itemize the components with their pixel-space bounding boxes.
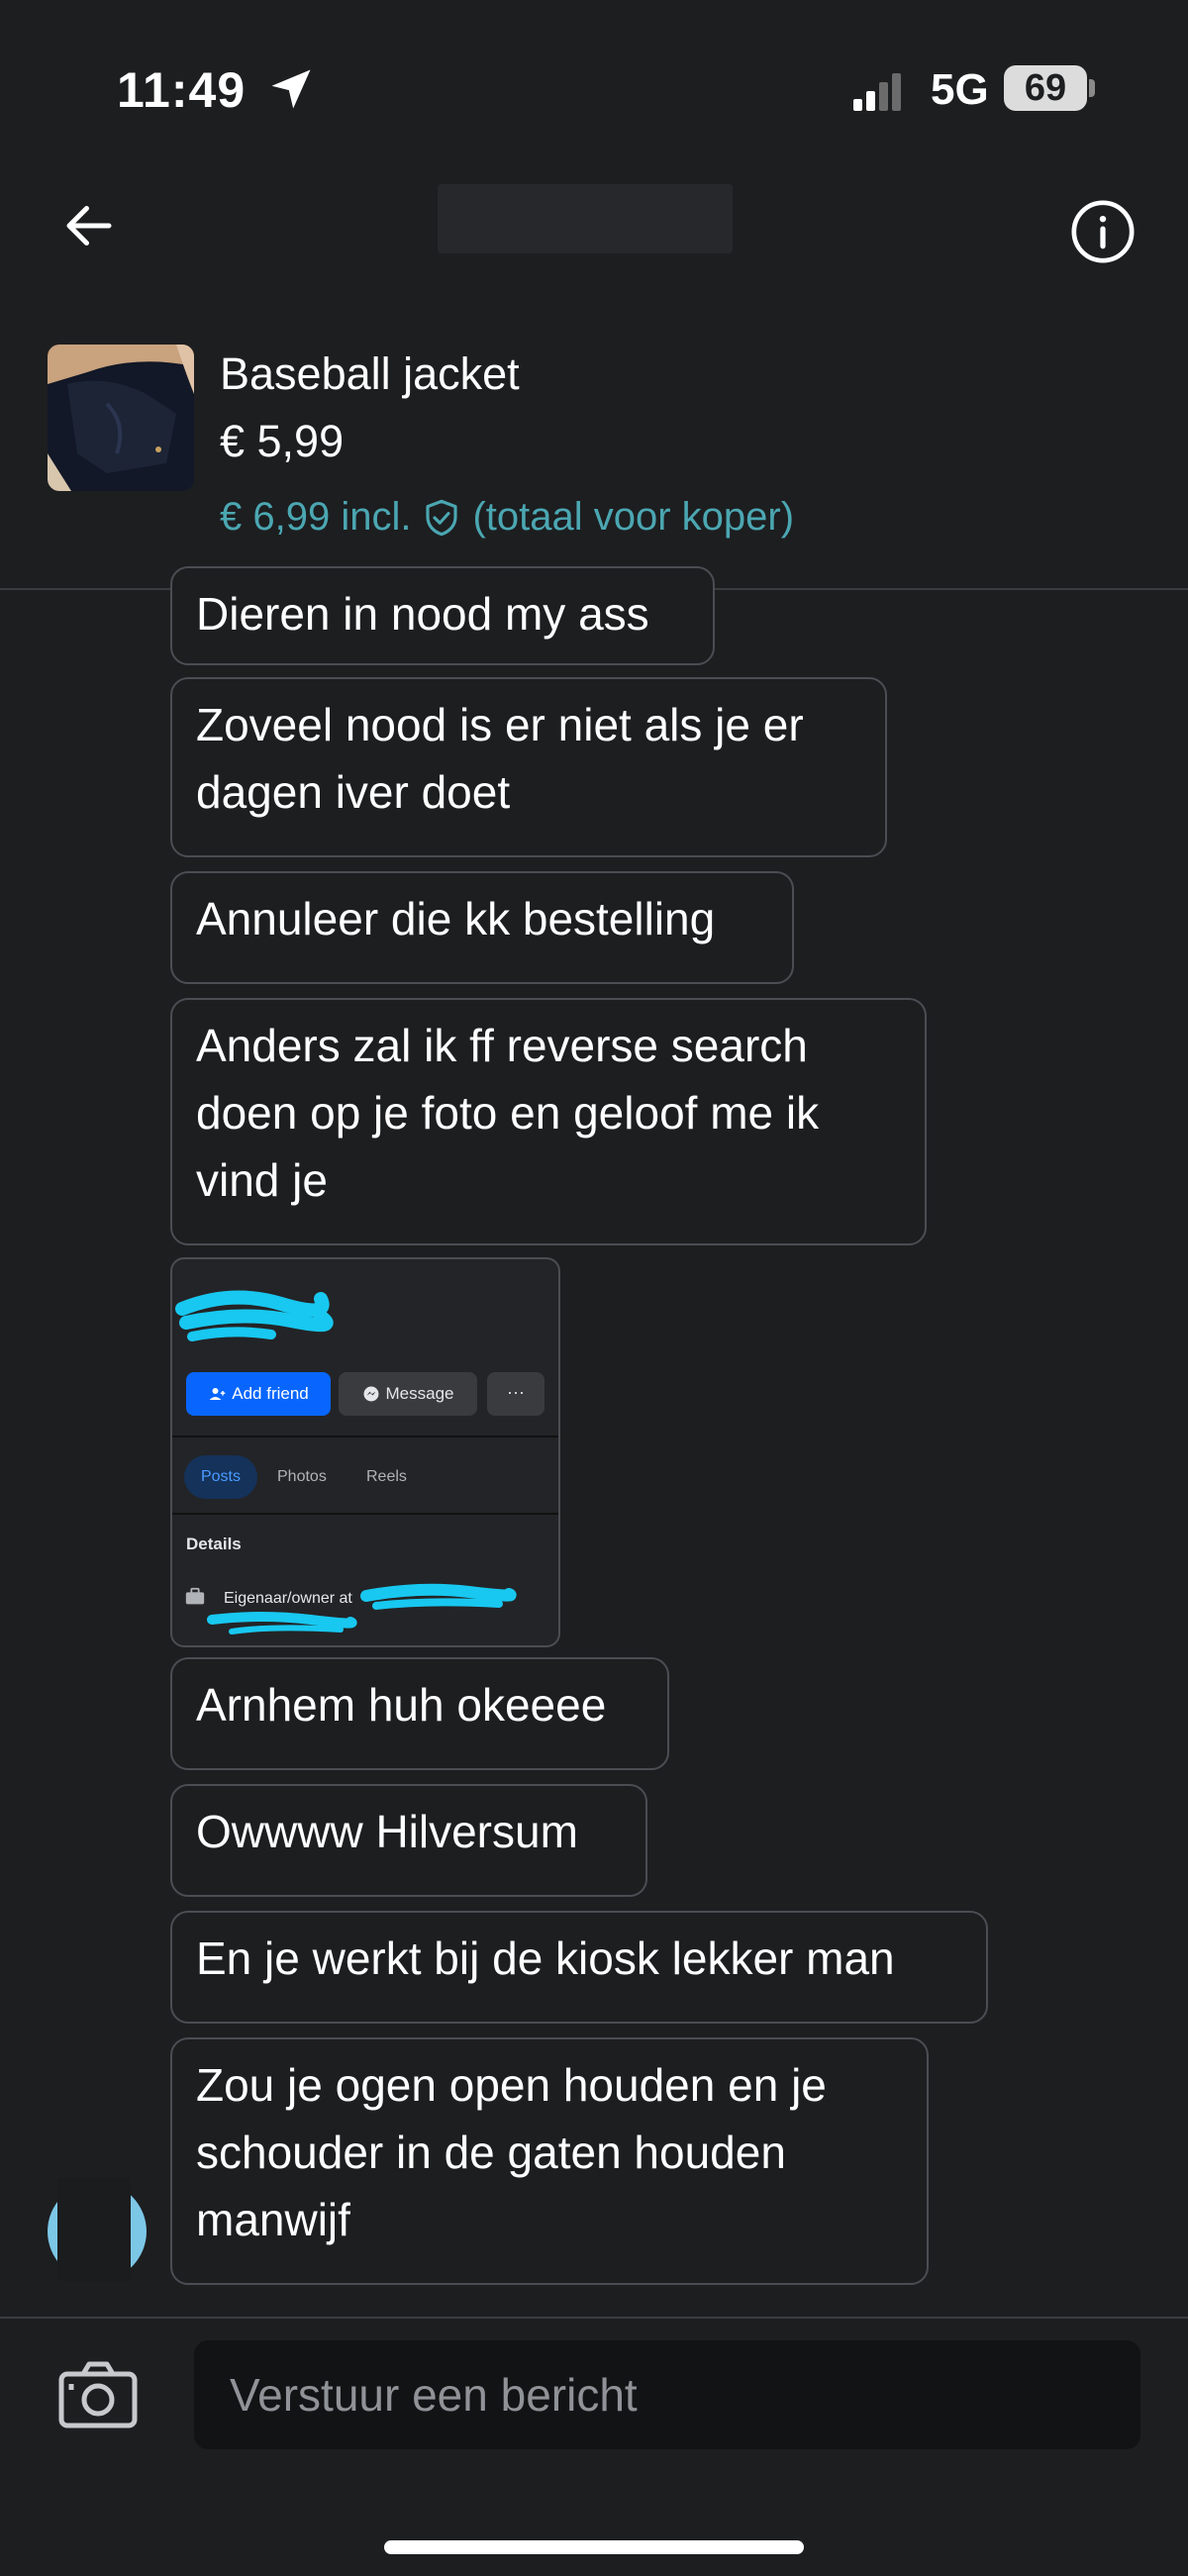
message-bubble[interactable]: Anders zal ik ff reverse search doen op … [170,998,927,1245]
home-indicator [384,2540,804,2554]
screenshot-divider [172,1513,558,1515]
camera-button[interactable] [57,2360,139,2429]
redaction-scribble [207,1583,517,1635]
message-bubble[interactable]: Dieren in nood my ass [170,566,715,665]
avatar-redaction [57,2178,131,2281]
info-button[interactable] [1067,196,1138,267]
messenger-icon [363,1386,378,1402]
info-circle-icon [1071,200,1135,263]
screenshot-message-button: Message [339,1372,477,1416]
message-input[interactable] [194,2340,1140,2449]
location-arrow-icon [271,69,311,109]
message-bubble[interactable]: Annuleer die kk bestelling [170,871,794,984]
price-incl-note: (totaal voor koper) [472,495,795,539]
camera-icon [58,2361,138,2428]
network-label: 5G [931,65,989,114]
screenshot-tab-posts: Posts [184,1455,257,1499]
battery-tip [1089,79,1095,97]
screenshot-tab-photos: Photos [277,1468,327,1485]
status-time: 11:49 [117,62,247,118]
signal-icon [853,73,901,111]
jacket-photo [48,345,194,491]
message-bubble[interactable]: Zoveel nood is er niet als je er dagen i… [170,677,887,857]
product-price-incl: € 6,99 incl. (totaal voor koper) [220,495,794,540]
battery-indicator: 69 [1004,65,1087,111]
shield-check-icon [426,499,458,536]
screenshot-tab-reels: Reels [366,1468,407,1485]
product-thumbnail[interactable] [48,345,194,491]
screenshot-add-friend-label: Add friend [232,1384,309,1403]
message-bubble[interactable]: Zou je ogen open houden en je schouder i… [170,2037,929,2285]
arrow-left-icon [66,206,112,246]
price-incl-amount: € 6,99 incl. [220,495,412,539]
redaction-scribble [175,1290,334,1341]
image-attachment[interactable]: Add friend Message ··· Posts Photos Reel… [170,1257,560,1647]
message-bubble[interactable]: Owwww Hilversum [170,1784,647,1897]
screenshot-details-heading: Details [186,1535,242,1553]
redacted-username [438,184,733,253]
message-bubble[interactable]: Arnhem huh okeeee [170,1657,669,1770]
product-title: Baseball jacket [220,348,520,399]
back-button[interactable] [51,188,127,263]
screenshot-divider [172,1436,558,1437]
screenshot-add-friend-button: Add friend [186,1372,331,1416]
divider [0,2317,1188,2319]
product-price: € 5,99 [220,416,345,466]
add-user-icon [209,1388,226,1400]
screenshot-message-label: Message [385,1384,454,1403]
message-bubble[interactable]: En je werkt bij de kiosk lekker man [170,1911,988,2024]
screenshot-more-button: ··· [487,1372,544,1416]
